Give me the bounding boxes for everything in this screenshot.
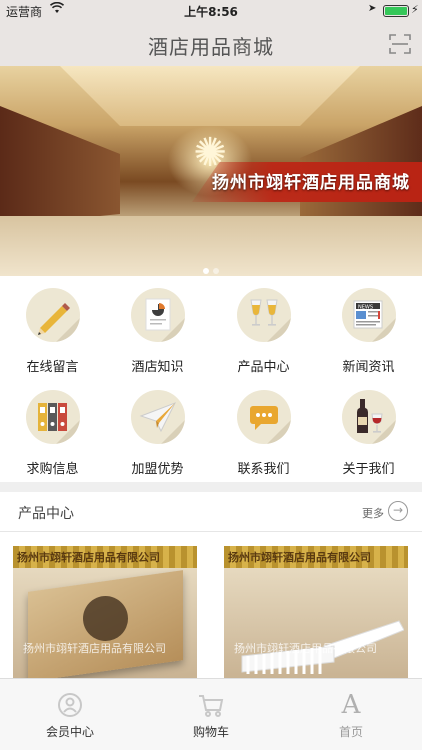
product-box-seal	[83, 596, 128, 641]
product-card[interactable]: 扬州市翊轩酒店用品有限公司 扬州市翊轩酒店用品有限公司	[224, 546, 408, 678]
battery-icon	[383, 5, 409, 17]
tab-label: 首页	[338, 725, 363, 739]
status-bar: 运营商 上午8:56 ➤ ⚡	[0, 0, 422, 22]
cart-icon	[197, 691, 225, 719]
section-title: 产品中心	[18, 506, 74, 522]
grid-item-contact-us[interactable]: 联系我们	[211, 378, 316, 478]
grid-item-about-us[interactable]: 关于我们	[316, 378, 421, 478]
paper-plane-icon	[131, 390, 185, 444]
category-grid: 在线留言 酒店知识 产品中心 NEWS 新闻资讯 求购信息 加盟优势 联系我们 …	[0, 276, 422, 482]
product-banner-text: 扬州市翊轩酒店用品有限公司	[228, 551, 371, 564]
binders-icon	[26, 390, 80, 444]
grid-item-news[interactable]: NEWS 新闻资讯	[316, 276, 421, 376]
grid-item-label: 加盟优势	[131, 462, 184, 477]
wine-bottle-icon	[342, 390, 396, 444]
tab-shopping-cart[interactable]: 购物车	[141, 679, 281, 751]
grid-item-franchise[interactable]: 加盟优势	[105, 378, 210, 478]
chat-bubble-icon	[237, 390, 291, 444]
bottom-tab-bar: 会员中心 购物车 A 首页	[0, 678, 422, 750]
grid-item-label: 关于我们	[342, 462, 395, 477]
grid-item-purchase-info[interactable]: 求购信息	[0, 378, 105, 478]
nav-bar: 酒店用品商城	[0, 22, 422, 66]
grid-item-product-center[interactable]: 产品中心	[211, 276, 316, 376]
product-watermark: 扬州市翊轩酒店用品有限公司	[234, 642, 377, 655]
grid-item-online-message[interactable]: 在线留言	[0, 276, 105, 376]
hero-banner[interactable]: ✺ 扬州市翊轩酒店用品商城	[0, 66, 422, 276]
arrow-right-circle-icon[interactable]: →	[388, 501, 408, 521]
tab-home[interactable]: A 首页	[281, 679, 421, 751]
grid-item-label: 新闻资讯	[342, 360, 395, 375]
grid-item-hotel-knowledge[interactable]: 酒店知识	[105, 276, 210, 376]
grid-item-label: 酒店知识	[131, 360, 184, 375]
location-arrow-icon: ➤	[368, 3, 377, 14]
product-list: 扬州市翊轩酒店用品有限公司 扬州市翊轩酒店用品有限公司 扬州市翊轩酒店用品有限公…	[0, 533, 422, 678]
tab-member-center[interactable]: 会员中心	[0, 679, 140, 751]
status-time: 上午8:56	[184, 5, 238, 19]
member-icon	[56, 691, 84, 719]
svg-text:NEWS: NEWS	[358, 304, 373, 310]
tab-label: 会员中心	[45, 725, 94, 739]
grid-item-label: 产品中心	[237, 360, 290, 375]
banner-pagination	[0, 259, 422, 274]
home-a-icon: A	[341, 690, 361, 720]
grid-item-label: 求购信息	[26, 462, 79, 477]
charging-bolt-icon: ⚡	[411, 3, 419, 16]
pagination-dot[interactable]	[213, 268, 219, 274]
banner-ceiling	[60, 66, 360, 126]
product-card[interactable]: 扬州市翊轩酒店用品有限公司 扬州市翊轩酒店用品有限公司	[13, 546, 197, 678]
tab-label: 购物车	[192, 725, 229, 739]
pencil-icon	[26, 288, 80, 342]
document-chart-icon	[131, 288, 185, 342]
section-divider	[0, 482, 422, 492]
newspaper-icon: NEWS	[342, 288, 396, 342]
product-section-header: 产品中心 更多 →	[0, 492, 422, 532]
product-banner-text: 扬州市翊轩酒店用品有限公司	[17, 551, 160, 564]
banner-wall-left	[0, 106, 120, 226]
more-link[interactable]: 更多	[362, 505, 384, 521]
page-title: 酒店用品商城	[148, 35, 274, 59]
grid-item-label: 联系我们	[237, 462, 290, 477]
grid-item-label: 在线留言	[26, 360, 79, 375]
pagination-dot[interactable]	[203, 268, 209, 274]
banner-slogan: 扬州市翊轩酒店用品商城	[212, 173, 410, 193]
wine-glasses-icon	[237, 288, 291, 342]
product-watermark: 扬州市翊轩酒店用品有限公司	[23, 642, 166, 655]
scan-frame-icon[interactable]	[389, 33, 411, 55]
